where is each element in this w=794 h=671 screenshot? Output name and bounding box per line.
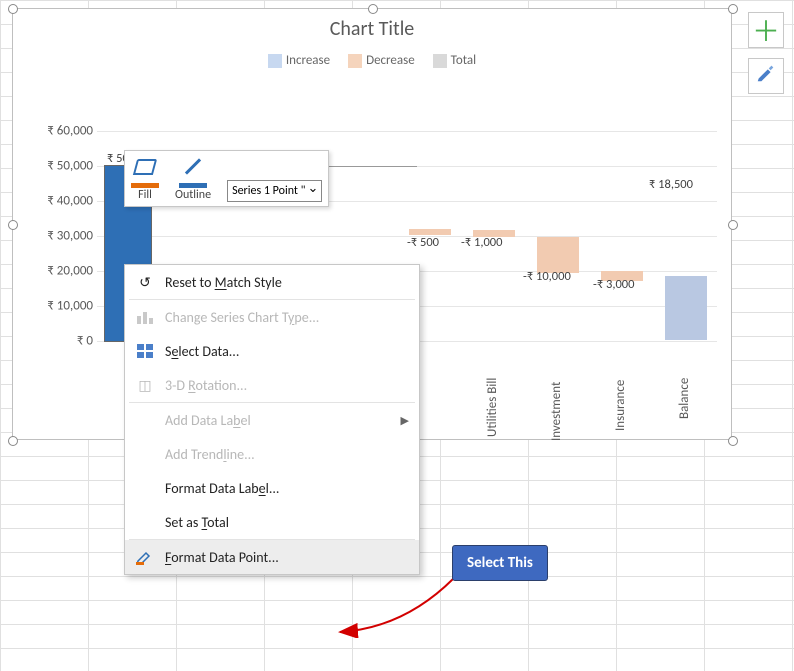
fill-button[interactable]: Fill: [131, 157, 159, 202]
menu-add-trendline: Add Trendline...: [125, 437, 419, 471]
resize-handle[interactable]: [728, 4, 738, 14]
chart-title[interactable]: Chart Title: [13, 17, 731, 41]
select-data-icon: [135, 342, 155, 360]
data-label[interactable]: -₹ 10,000: [523, 269, 571, 284]
data-label[interactable]: -₹ 500: [407, 235, 439, 250]
submenu-arrow-icon: ▶: [401, 414, 409, 427]
ytick: ₹ 60,000: [47, 124, 93, 139]
menu-add-data-label: Add Data Label ▶: [125, 403, 419, 437]
ytick: ₹ 0: [77, 334, 93, 349]
outline-button[interactable]: Outline: [175, 157, 211, 202]
chart-legend[interactable]: Increase Decrease Total: [13, 53, 731, 68]
bar-investment[interactable]: [537, 237, 579, 273]
resize-handle[interactable]: [8, 4, 18, 14]
resize-handle[interactable]: [8, 436, 18, 446]
brush-icon: [755, 62, 777, 90]
y-axis[interactable]: ₹ 60,000 ₹ 50,000 ₹ 40,000 ₹ 30,000 ₹ 20…: [33, 131, 97, 341]
menu-reset-match-style[interactable]: ↺ Reset to Match Style: [125, 265, 419, 299]
resize-handle[interactable]: [8, 220, 18, 230]
data-label[interactable]: -₹ 3,000: [593, 277, 634, 292]
ytick: ₹ 10,000: [47, 298, 93, 313]
resize-handle[interactable]: [368, 4, 378, 14]
legend-increase[interactable]: Increase: [268, 53, 330, 68]
context-menu: ↺ Reset to Match Style Change Series Cha…: [124, 264, 420, 575]
x-label-utilities[interactable]: Utilities Bill: [485, 378, 500, 437]
menu-change-chart-type: Change Series Chart Type...: [125, 300, 419, 334]
data-label[interactable]: ₹ 18,500: [649, 177, 693, 192]
rotation-icon: ◫: [135, 376, 155, 394]
x-label-insurance[interactable]: Insurance: [613, 380, 628, 431]
series-selector[interactable]: Series 1 Point ": [227, 180, 322, 202]
fill-label: Fill: [138, 188, 152, 202]
ytick: ₹ 50,000: [47, 158, 93, 173]
menu-format-data-label[interactable]: Format Data Label...: [125, 471, 419, 505]
plus-icon: ＋: [752, 10, 780, 50]
mini-toolbar[interactable]: Fill Outline Series 1 Point ": [124, 150, 329, 207]
data-label[interactable]: -₹ 1,000: [461, 235, 502, 250]
menu-format-data-point[interactable]: Format Data Point...: [125, 540, 419, 574]
annotation-callout: Select This: [452, 545, 548, 581]
legend-decrease[interactable]: Decrease: [348, 53, 415, 68]
annotation-arrow: [334, 578, 474, 638]
x-label-investment[interactable]: Investment: [549, 382, 564, 441]
ytick: ₹ 20,000: [47, 263, 93, 278]
chart-elements-button[interactable]: ＋: [748, 12, 784, 48]
legend-total[interactable]: Total: [433, 53, 476, 68]
resize-handle[interactable]: [728, 220, 738, 230]
ytick: ₹ 30,000: [47, 229, 93, 244]
chart-styles-button[interactable]: [748, 58, 784, 94]
outline-label: Outline: [175, 188, 211, 202]
x-label-balance[interactable]: Balance: [677, 378, 692, 419]
menu-3d-rotation: ◫ 3-D Rotation...: [125, 368, 419, 402]
menu-select-data[interactable]: Select Data...: [125, 334, 419, 368]
ytick: ₹ 40,000: [47, 193, 93, 208]
chart-type-icon: [135, 308, 155, 326]
bar-balance[interactable]: [665, 276, 707, 340]
menu-set-as-total[interactable]: Set as Total: [125, 505, 419, 539]
reset-icon: ↺: [135, 273, 155, 291]
format-icon: [135, 548, 155, 566]
resize-handle[interactable]: [728, 436, 738, 446]
